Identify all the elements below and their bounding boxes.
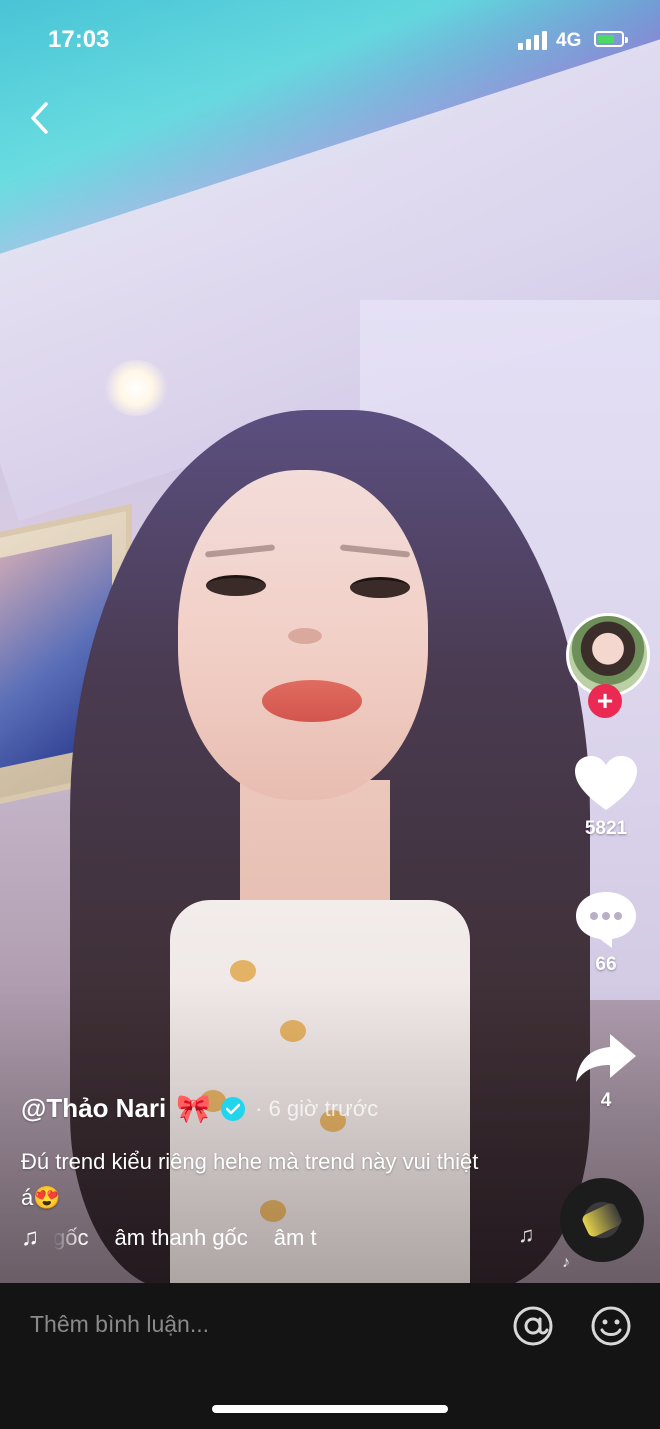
author-handle[interactable]: @Thảo Nari <box>21 1093 166 1124</box>
share-count: 4 <box>600 1090 612 1111</box>
music-title-text: âm thanh gốc <box>114 1225 248 1250</box>
music-title-text: gốc <box>53 1225 89 1250</box>
ceiling-lamp <box>104 360 168 416</box>
signal-icon <box>518 30 547 50</box>
music-disc[interactable] <box>560 1178 644 1262</box>
comment-count: 66 <box>595 954 617 975</box>
like-button[interactable]: 5821 <box>546 754 660 840</box>
home-indicator[interactable] <box>212 1405 448 1413</box>
comment-bar: Thêm bình luận... <box>0 1283 660 1429</box>
left-eye <box>206 575 266 596</box>
comment-bubble-icon <box>576 892 636 948</box>
floating-note-icon: ♫ <box>518 1222 535 1247</box>
mention-icon[interactable] <box>512 1305 554 1347</box>
verified-badge-icon <box>221 1096 246 1121</box>
share-button[interactable]: 4 <box>546 1030 660 1112</box>
lips <box>262 680 362 722</box>
music-title-text: âm t <box>273 1225 317 1250</box>
music-title[interactable]: gốc âm thanh gốc âm t <box>53 1225 393 1251</box>
follow-button[interactable]: + <box>588 684 622 718</box>
comment-input[interactable]: Thêm bình luận... <box>30 1311 209 1338</box>
author-row[interactable]: @Thảo Nari 🎀 · 6 giờ trước <box>21 1092 378 1125</box>
comment-button[interactable]: 66 <box>546 888 660 976</box>
right-eye <box>350 577 410 598</box>
emoji-icon[interactable] <box>590 1305 632 1347</box>
chevron-left-icon <box>31 102 48 134</box>
status-bar: 17:03 4G <box>0 0 660 80</box>
battery-icon <box>594 31 628 47</box>
music-note-icon: ♫ <box>21 1224 39 1251</box>
nose <box>288 628 322 644</box>
heart-icon <box>575 756 637 810</box>
music-row[interactable]: ♫ gốc âm thanh gốc âm t <box>21 1224 393 1252</box>
back-button[interactable] <box>26 100 56 136</box>
author-emoji: 🎀 <box>176 1093 212 1124</box>
video-caption: Đú trend kiểu riêng hehe mà trend này vu… <box>21 1149 479 1210</box>
floating-note-icon: ♪ <box>562 1254 570 1271</box>
network-type: 4G <box>556 30 582 51</box>
share-arrow-icon <box>576 1034 636 1082</box>
post-time: · 6 giờ trước <box>255 1095 379 1121</box>
like-count: 5821 <box>584 818 628 839</box>
status-time: 17:03 <box>48 26 110 53</box>
